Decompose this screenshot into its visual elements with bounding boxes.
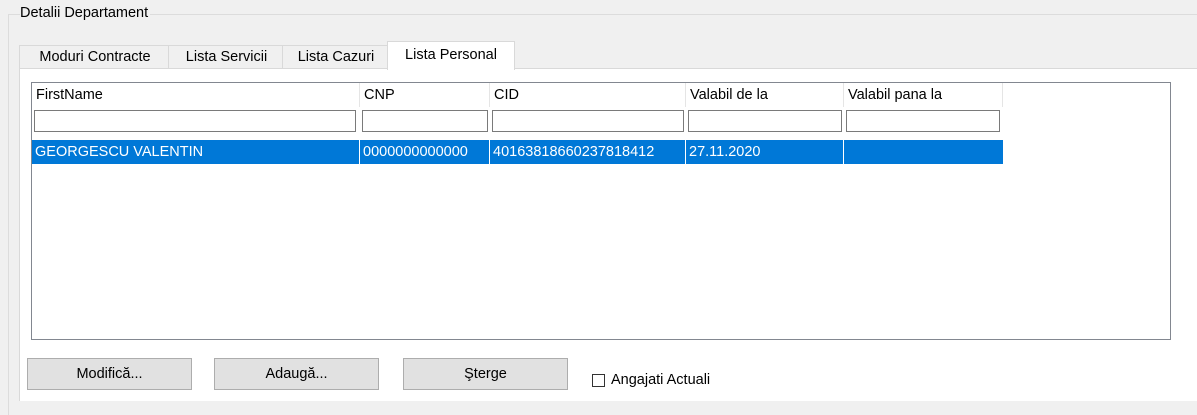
- column-header-firstname[interactable]: FirstName: [32, 83, 360, 107]
- cell-valabil-pana-la: [844, 140, 1003, 164]
- table-row[interactable]: GEORGESCU VALENTIN 0000000000000 4016381…: [32, 140, 1003, 164]
- current-employees-checkbox[interactable]: [592, 374, 605, 387]
- column-header-cid[interactable]: CID: [490, 83, 686, 107]
- current-employees-label[interactable]: Angajati Actuali: [611, 372, 710, 388]
- column-header-cnp[interactable]: CNP: [360, 83, 490, 107]
- filter-valabil-de-la-input[interactable]: [688, 110, 842, 132]
- delete-button[interactable]: Şterge: [403, 358, 568, 390]
- add-button[interactable]: Adaugă...: [214, 358, 379, 390]
- filter-cid-input[interactable]: [492, 110, 684, 132]
- tab-lista-cazuri[interactable]: Lista Cazuri: [282, 45, 390, 69]
- cell-valabil-de-la: 27.11.2020: [686, 140, 844, 164]
- tab-lista-servicii[interactable]: Lista Servicii: [168, 45, 285, 69]
- tab-lista-personal[interactable]: Lista Personal: [387, 41, 515, 70]
- tab-moduri-contracte[interactable]: Moduri Contracte: [19, 45, 171, 69]
- filter-cnp-input[interactable]: [362, 110, 488, 132]
- cell-cnp: 0000000000000: [360, 140, 490, 164]
- filter-firstname-input[interactable]: [34, 110, 356, 132]
- cell-cid: 40163818660237818412: [490, 140, 686, 164]
- column-header-valabil-de-la[interactable]: Valabil de la: [686, 83, 844, 107]
- group-title: Detalii Departament: [20, 5, 151, 21]
- modify-button[interactable]: Modifică...: [27, 358, 192, 390]
- cell-firstname: GEORGESCU VALENTIN: [32, 140, 360, 164]
- personnel-grid[interactable]: FirstName CNP CID Valabil de la Valabil …: [31, 82, 1171, 340]
- filter-valabil-pana-la-input[interactable]: [846, 110, 1000, 132]
- column-header-valabil-pana-la[interactable]: Valabil pana la: [844, 83, 1003, 107]
